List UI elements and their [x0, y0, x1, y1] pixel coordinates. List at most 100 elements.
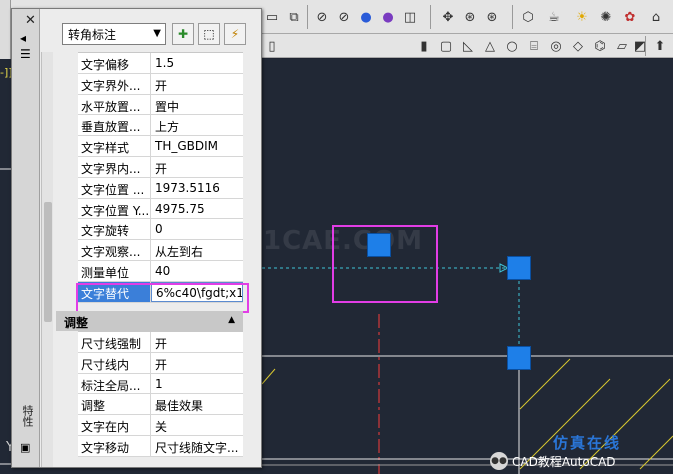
render-icon[interactable]: ◫	[400, 7, 420, 27]
property-row[interactable]: 尺寸线内开	[78, 353, 243, 374]
cylinder-icon[interactable]: ⌸	[524, 36, 544, 56]
wechat-label: CAD教程AutoCAD	[512, 453, 616, 470]
property-value[interactable]: TH_GBDIM	[151, 136, 243, 156]
extension-grip[interactable]	[507, 346, 531, 370]
property-row[interactable]: 文字界内...开	[78, 157, 243, 178]
scrollbar-thumb[interactable]	[44, 202, 52, 322]
property-value[interactable]: 置中	[151, 95, 243, 115]
palette-title-strip[interactable]: ✕ ◂ ☰ 特性 ▣	[12, 9, 40, 467]
polysolid-icon[interactable]: ▮	[414, 36, 434, 56]
property-row[interactable]: 文字位置 Y...4975.75	[78, 199, 243, 220]
planar-icon[interactable]: ▱	[612, 36, 632, 56]
property-value[interactable]: 1	[151, 374, 243, 394]
property-name: 文字旋转	[78, 219, 151, 239]
property-row[interactable]: 文字移动尺寸线随文字...	[78, 436, 243, 457]
presspull-icon[interactable]: ⬆	[650, 36, 670, 56]
property-name: 调整	[78, 394, 151, 414]
property-name: 尺寸线内	[78, 353, 151, 373]
property-row[interactable]: 水平放置...置中	[78, 95, 243, 116]
category-adjust-label: 调整	[64, 316, 88, 330]
autohide-icon[interactable]: ◂	[20, 31, 26, 45]
property-value[interactable]: 0	[151, 219, 243, 239]
property-row[interactable]: 调整最佳效果	[78, 394, 243, 415]
torus-icon[interactable]: ◎	[546, 36, 566, 56]
category-adjust[interactable]: 调整 ▲	[56, 311, 243, 331]
orbit2-icon[interactable]: ⊛	[460, 7, 480, 27]
property-row[interactable]: 文字在内关	[78, 415, 243, 436]
palette-settings-icon[interactable]: ▣	[20, 441, 30, 454]
toggle-pickadd-icon[interactable]: ✚	[172, 23, 194, 45]
render2-icon[interactable]: ⌂	[646, 7, 666, 27]
teapot-icon[interactable]: ☕	[544, 7, 564, 27]
pyramid-icon[interactable]: ◇	[568, 36, 588, 56]
property-name: 尺寸线强制	[78, 332, 151, 352]
property-value[interactable]: 尺寸线随文字...	[151, 436, 243, 456]
property-list-fit: 尺寸线强制开 尺寸线内开 标注全局...1 调整最佳效果 文字在内关 文字移动尺…	[78, 331, 243, 457]
orbit3-icon[interactable]: ⊛	[482, 7, 502, 27]
select-objects-icon[interactable]: ⬚	[198, 23, 220, 45]
property-value[interactable]: 从左到右	[151, 240, 243, 260]
property-value[interactable]: 最佳效果	[151, 394, 243, 414]
property-row[interactable]: 文字界外...开	[78, 74, 243, 95]
property-row[interactable]: 文字位置 ...1973.5116	[78, 178, 243, 199]
property-row[interactable]: 标注全局...1	[78, 374, 243, 395]
property-name: 文字在内	[78, 415, 151, 435]
material-icon[interactable]: ✿	[620, 7, 640, 27]
sphere-icon[interactable]: ○	[502, 36, 522, 56]
wedge-icon[interactable]: ◺	[458, 36, 478, 56]
copy-icon[interactable]: ⧉	[284, 7, 304, 27]
property-row[interactable]: 文字偏移1.5	[78, 53, 243, 74]
chevron-down-icon: ▼	[153, 28, 161, 39]
sun-icon[interactable]: ☀	[572, 7, 592, 27]
property-value[interactable]: 关	[151, 415, 243, 435]
palette-title: 特性	[19, 405, 35, 427]
sphere-purple-icon[interactable]: ●	[378, 7, 398, 27]
cone-icon[interactable]: △	[480, 36, 500, 56]
property-row[interactable]: 尺寸线强制开	[78, 332, 243, 353]
property-value[interactable]: 上方	[151, 115, 243, 135]
property-row[interactable]: 垂直放置...上方	[78, 115, 243, 136]
property-value[interactable]: 开	[151, 332, 243, 352]
property-value[interactable]: 4975.75	[151, 199, 243, 219]
box-solid-icon[interactable]: ▢	[436, 36, 456, 56]
box-view-icon[interactable]: ⬡	[518, 7, 538, 27]
property-name: 文字界内...	[78, 157, 151, 177]
property-value[interactable]: 40	[151, 261, 243, 281]
wechat-credit: ●● CAD教程AutoCAD	[490, 452, 616, 470]
property-row[interactable]: 测量单位40	[78, 261, 243, 282]
property-name: 标注全局...	[78, 374, 151, 394]
object-type-select[interactable]: 转角标注 ▼	[62, 23, 166, 45]
property-name: 文字样式	[78, 136, 151, 156]
property-name: 测量单位	[78, 261, 151, 281]
property-value[interactable]: 1.5	[151, 53, 243, 73]
orbit-icon[interactable]: ✥	[438, 7, 458, 27]
left-edge-toolbar	[0, 0, 11, 60]
extrude-icon[interactable]: ◩	[630, 36, 650, 56]
property-row[interactable]: 文字旋转0	[78, 219, 243, 240]
text-grip[interactable]	[367, 233, 391, 257]
property-name: 文字移动	[78, 436, 151, 456]
dimension-end-grip[interactable]	[507, 256, 531, 280]
palette-menu-icon[interactable]: ☰	[20, 47, 31, 61]
palette-scrollbar[interactable]	[41, 52, 53, 467]
object-type-value: 转角标注	[68, 28, 116, 42]
sphere-blue-icon[interactable]: ●	[356, 7, 376, 27]
property-value[interactable]: 开	[151, 157, 243, 177]
property-value[interactable]: 开	[151, 353, 243, 373]
quick-select-icon[interactable]: ⚡	[224, 23, 246, 45]
helix-icon[interactable]: ⌬	[590, 36, 610, 56]
collapse-icon[interactable]: ▲	[228, 315, 235, 325]
toolbar-icon-1[interactable]: ▭	[262, 7, 282, 27]
property-row[interactable]: 文字样式TH_GBDIM	[78, 136, 243, 157]
shade-icon[interactable]: ⊘	[312, 7, 332, 27]
property-name: 水平放置...	[78, 95, 151, 115]
property-value[interactable]: 开	[151, 74, 243, 94]
shade2-icon[interactable]: ⊘	[334, 7, 354, 27]
site-logo: 仿真在线	[553, 432, 621, 453]
property-row[interactable]: 文字观察...从左到右	[78, 240, 243, 261]
close-icon[interactable]: ✕	[25, 13, 36, 28]
properties-palette: ✕ ◂ ☰ 特性 ▣ 转角标注 ▼ ✚ ⬚ ⚡ 文字偏移1.5 文字界外...开…	[11, 8, 262, 468]
toolbar-box-icon[interactable]: ▯	[262, 36, 282, 56]
property-value[interactable]: 1973.5116	[151, 178, 243, 198]
light-icon[interactable]: ✺	[596, 7, 616, 27]
